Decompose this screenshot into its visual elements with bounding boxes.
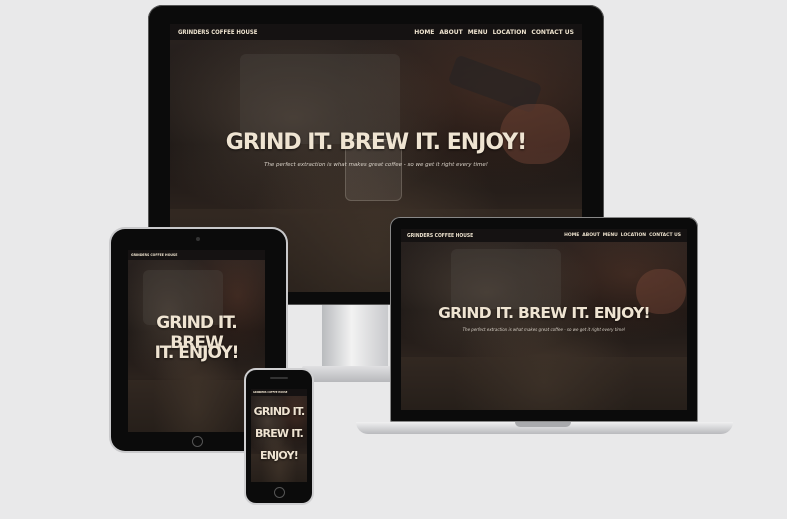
phone-speaker xyxy=(270,377,288,379)
nav-home[interactable]: HOME xyxy=(414,29,434,36)
phone-navbar: GRINDERS COFFEE HOUSE xyxy=(251,389,307,396)
hero-headline-line-2: IT. ENJOY! xyxy=(154,343,240,363)
nav-links: HOME ABOUT MENU LOCATION CONTACT US xyxy=(564,233,681,238)
hero-headline-line-2: BREW IT. xyxy=(254,427,304,440)
brand-logo[interactable]: GRINDERS COFFEE HOUSE xyxy=(178,29,257,36)
nav-menu[interactable]: MENU xyxy=(603,233,618,238)
nav-about[interactable]: ABOUT xyxy=(439,29,462,36)
nav-menu[interactable]: MENU xyxy=(468,29,488,36)
nav-contact[interactable]: CONTACT US xyxy=(531,29,574,36)
laptop-screen: GRINDERS COFFEE HOUSE HOME ABOUT MENU LO… xyxy=(401,229,687,410)
laptop-navbar: GRINDERS COFFEE HOUSE HOME ABOUT MENU LO… xyxy=(401,229,687,242)
nav-location[interactable]: LOCATION xyxy=(493,29,527,36)
hero-headline-line-1: GRIND IT. xyxy=(253,405,305,418)
tablet-home-button xyxy=(192,436,203,447)
tablet-navbar: GRINDERS COFFEE HOUSE xyxy=(128,250,265,260)
monitor-stand xyxy=(322,305,388,368)
phone-home-button xyxy=(274,487,285,498)
nav-about[interactable]: ABOUT xyxy=(582,233,599,238)
hero-subtitle: The perfect extraction is what makes gre… xyxy=(462,327,626,332)
laptop-notch xyxy=(515,422,571,427)
brand-logo[interactable]: GRINDERS COFFEE HOUSE xyxy=(253,391,287,394)
brand-logo[interactable]: GRINDERS COFFEE HOUSE xyxy=(131,253,177,257)
phone-screen: GRINDERS COFFEE HOUSE GRIND IT. BREW IT.… xyxy=(251,389,307,482)
desktop-navbar: GRINDERS COFFEE HOUSE HOME ABOUT MENU LO… xyxy=(170,24,582,40)
nav-links: HOME ABOUT MENU LOCATION CONTACT US xyxy=(414,29,574,36)
counter-shape xyxy=(128,380,265,432)
nav-location[interactable]: LOCATION xyxy=(621,233,646,238)
nav-contact[interactable]: CONTACT US xyxy=(649,233,681,238)
brand-logo[interactable]: GRINDERS COFFEE HOUSE xyxy=(407,233,473,239)
hero-subtitle: The perfect extraction is what makes gre… xyxy=(264,162,488,168)
tablet-screen: GRINDERS COFFEE HOUSE GRIND IT. BREW IT.… xyxy=(128,250,265,432)
hero-headline: GRIND IT. BREW IT. ENJOY! xyxy=(438,304,650,322)
hero-headline: GRIND IT. BREW IT. ENJOY! xyxy=(225,130,527,155)
espresso-machine-shape xyxy=(451,249,561,309)
counter-shape xyxy=(401,357,687,410)
tablet-camera xyxy=(196,237,200,241)
hero-headline-line-3: ENJOY! xyxy=(260,449,299,462)
nav-home[interactable]: HOME xyxy=(564,233,579,238)
